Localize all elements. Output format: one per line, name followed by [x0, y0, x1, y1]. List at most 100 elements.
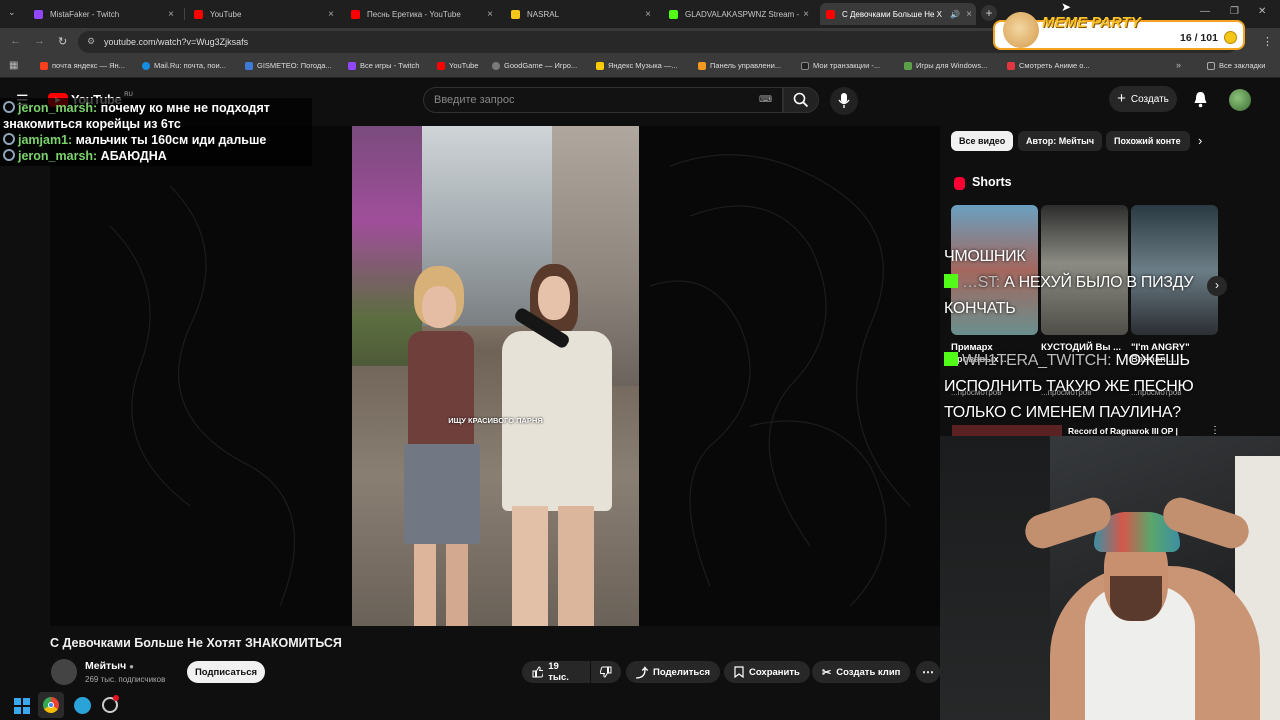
dislike-button[interactable]: [591, 661, 621, 683]
close-icon[interactable]: ×: [483, 9, 497, 20]
microphone-icon: [838, 93, 850, 108]
windows-start-icon[interactable]: [14, 698, 30, 714]
minimize-icon[interactable]: —: [1200, 6, 1210, 17]
bookmark-youtube[interactable]: YouTube: [437, 61, 478, 70]
next-video-title[interactable]: Record of Ragnarok III OP |: [1068, 426, 1178, 436]
more-actions-button[interactable]: ⋯: [916, 661, 940, 683]
kick-icon: [944, 352, 958, 366]
chevron-right-icon[interactable]: ›: [1198, 133, 1202, 148]
tab-gladvalakas[interactable]: GLADVALAKASPWNZ Stream - ×: [663, 3, 813, 25]
bookmark-windows-games[interactable]: Игры для Windows...: [904, 61, 987, 70]
transactions-icon: [801, 61, 809, 70]
tab-list-chevron-icon[interactable]: ⌄: [8, 7, 16, 18]
person-skirt-image: [404, 444, 480, 544]
bookmark-gismeteo[interactable]: GISMETEO: Погода...: [245, 61, 332, 70]
search-button[interactable]: [783, 87, 819, 113]
tab-heretic-song[interactable]: Песнь Еретика - YouTube ×: [345, 3, 497, 25]
more-bookmarks-icon[interactable]: »: [1176, 60, 1181, 70]
telegram-icon[interactable]: [74, 697, 91, 714]
bookmark-yandex-mail[interactable]: почта яндекс — Ян...: [40, 61, 125, 70]
bookmark-label: Игры для Windows...: [916, 61, 988, 70]
twitch-icon: [34, 9, 43, 19]
chip-author[interactable]: Автор: Мейтыч: [1018, 131, 1103, 151]
close-icon[interactable]: ×: [324, 9, 338, 20]
next-video-thumbnail[interactable]: [952, 425, 1062, 436]
create-clip-button[interactable]: ✂ Создать клип: [812, 661, 911, 683]
bookmark-label: YouTube: [449, 61, 479, 70]
person-leg-image: [512, 506, 548, 626]
more-vertical-icon[interactable]: ⋮: [1210, 425, 1220, 436]
apps-grid-icon[interactable]: ▦: [9, 60, 18, 71]
subscribe-button[interactable]: Подписаться: [187, 661, 265, 683]
tab-current-video[interactable]: С Девочками Больше Не Х 🔊 ×: [820, 3, 976, 25]
person-leg-image: [446, 544, 468, 626]
chat-message: jamjam1: мальчик ты 160см иди дальше: [3, 132, 309, 148]
person-leg-image: [414, 544, 436, 626]
youtube-icon: [351, 9, 360, 19]
mailru-icon: [142, 61, 150, 70]
alert-nick: WH1TERA_TWITCH:: [962, 352, 1112, 369]
bookmark-anime[interactable]: Смотреть Аниме о...: [1007, 61, 1090, 70]
channel-name-link[interactable]: Мейтыч ●: [85, 660, 134, 672]
bookmark-twitch-games[interactable]: Все игры - Twitch: [348, 61, 419, 70]
yandex-icon: [40, 61, 48, 70]
panel-icon: [698, 61, 706, 70]
chat-text: АБАЮДНА: [100, 149, 167, 163]
forward-icon[interactable]: →: [34, 35, 45, 47]
kick-icon: [944, 274, 958, 288]
chat-nick: jamjam1: [18, 133, 69, 147]
bookmark-label: почта яндекс — Ян...: [52, 61, 125, 70]
region-code: RU: [124, 91, 133, 98]
account-avatar[interactable]: [1229, 89, 1251, 111]
taskbar-chrome-button[interactable]: [38, 692, 64, 718]
all-bookmarks-folder[interactable]: Все закладки: [1207, 61, 1265, 70]
create-button[interactable]: + Создать: [1109, 86, 1177, 112]
mouse-cursor-icon: ➤: [1061, 0, 1072, 14]
site-info-icon[interactable]: ⚙: [87, 36, 95, 47]
close-icon[interactable]: ×: [164, 9, 178, 20]
tab-title: YouTube: [210, 9, 242, 19]
tab-nasral[interactable]: NASRAL ×: [505, 3, 655, 25]
reload-icon[interactable]: ↻: [58, 35, 67, 48]
search-input[interactable]: Введите запрос ⌨: [423, 87, 783, 113]
close-icon[interactable]: ×: [799, 9, 813, 20]
window-close-icon[interactable]: ✕: [1258, 6, 1266, 17]
flower-wall-image: [352, 126, 422, 366]
chair-image: [940, 436, 1050, 720]
channel-avatar[interactable]: [51, 659, 77, 685]
keyboard-icon[interactable]: ⌨: [759, 94, 772, 105]
shorts-logo-icon: [954, 177, 965, 190]
chat-text: мальчик ты 160см иди дальше: [75, 133, 267, 147]
close-icon[interactable]: ×: [641, 9, 655, 20]
notifications-bell-icon[interactable]: [1193, 91, 1208, 108]
chrome-center-icon: [48, 702, 54, 708]
chat-badge-icon: [3, 149, 15, 161]
video-player[interactable]: ИЩУ КРАСИВОГО ПАРНЯ: [50, 126, 940, 626]
like-button[interactable]: 19 тыс.: [522, 661, 590, 683]
bookmark-control-panel[interactable]: Панель управлени...: [698, 61, 781, 70]
bookmark-transactions[interactable]: Мои транзакции -...: [801, 61, 880, 70]
audio-icon[interactable]: 🔊: [948, 10, 962, 19]
chat-message: jeron_marsh: почему ко мне не подходят з…: [3, 101, 270, 131]
tab-youtube[interactable]: YouTube ×: [188, 3, 338, 25]
person-shirt-image: [408, 331, 474, 451]
restore-icon[interactable]: ❐: [1230, 6, 1239, 17]
chip-all-videos[interactable]: Все видео: [951, 131, 1014, 151]
menu-kebab-icon[interactable]: ⋮: [1262, 35, 1273, 48]
chip-related[interactable]: Похожий конте: [1106, 131, 1190, 151]
share-button[interactable]: ⤴ Поделиться: [626, 661, 721, 683]
new-tab-button[interactable]: +: [981, 5, 997, 21]
person-face-image: [422, 286, 456, 328]
save-button[interactable]: Сохранить: [724, 661, 810, 683]
bookmark-label: Панель управлени...: [710, 61, 782, 70]
bookmark-goodgame[interactable]: GoodGame — Игро...: [492, 61, 577, 70]
back-icon[interactable]: ←: [10, 35, 21, 47]
tab-twitch-mistafaker[interactable]: MistaFaker - Twitch ×: [28, 3, 178, 25]
bookmarks-bar: ▦ почта яндекс — Ян... Mail.Ru: почта, п…: [0, 56, 1280, 78]
google-icon: [492, 61, 500, 70]
bookmark-mailru[interactable]: Mail.Ru: почта, пои...: [142, 61, 226, 70]
close-icon[interactable]: ×: [962, 9, 976, 20]
bookmark-label: Смотреть Аниме о...: [1019, 61, 1090, 70]
bookmark-yandex-music[interactable]: Яндекс Музыка —...: [596, 61, 678, 70]
voice-search-button[interactable]: [830, 87, 858, 115]
